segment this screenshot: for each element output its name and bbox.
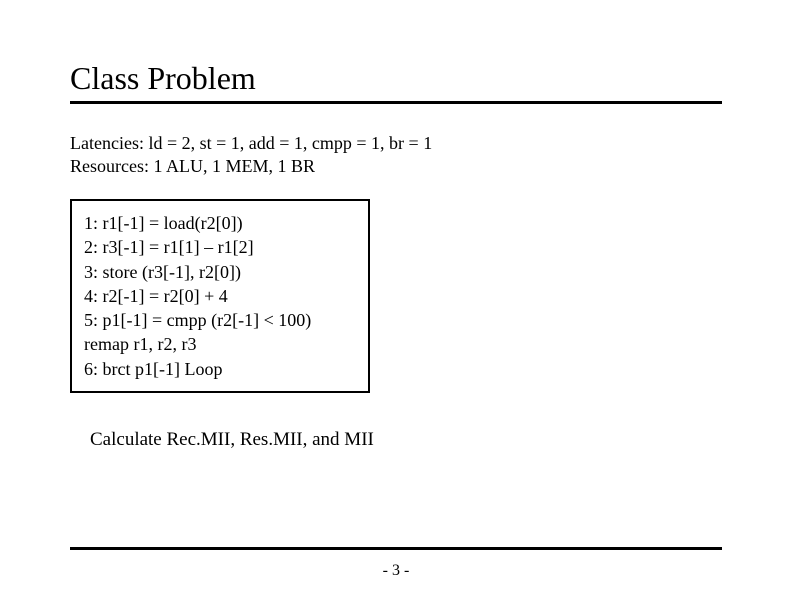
resources-line: Resources: 1 ALU, 1 MEM, 1 BR [70,155,722,178]
page-title: Class Problem [70,60,722,104]
slide: Class Problem Latencies: ld = 2, st = 1,… [0,0,792,612]
code-line-2: 2: r3[-1] = r1[1] – r1[2] [84,235,356,259]
code-line-3: 3: store (r3[-1], r2[0]) [84,260,356,284]
footer-divider [70,547,722,550]
code-line-1: 1: r1[-1] = load(r2[0]) [84,211,356,235]
code-line-4: 4: r2[-1] = r2[0] + 4 [84,284,356,308]
code-line-7: 6: brct p1[-1] Loop [84,357,356,381]
latencies-line: Latencies: ld = 2, st = 1, add = 1, cmpp… [70,132,722,155]
question-prompt: Calculate Rec.MII, Res.MII, and MII [90,429,722,451]
code-line-5: 5: p1[-1] = cmpp (r2[-1] < 100) [84,308,356,332]
page-number: - 3 - [0,562,792,580]
code-box: 1: r1[-1] = load(r2[0]) 2: r3[-1] = r1[1… [70,199,370,393]
code-line-6: remap r1, r2, r3 [84,332,356,356]
